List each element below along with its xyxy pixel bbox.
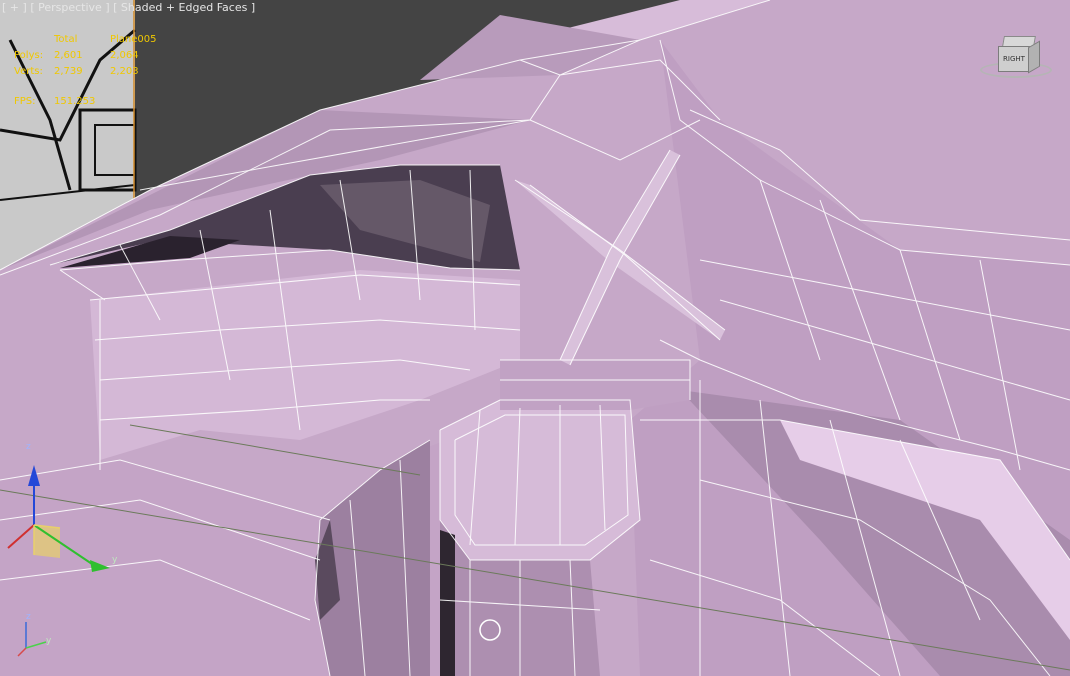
gizmo-y-label: y xyxy=(112,555,118,565)
stats-fps-label: FPS: xyxy=(14,96,36,107)
gizmo-z-label: z xyxy=(26,442,31,452)
stats-polys-label: Polys: xyxy=(14,50,44,61)
viewport-point-of-view-menu[interactable]: [ Perspective ] xyxy=(30,1,109,14)
stats-header-object: Plane005 xyxy=(110,34,157,45)
statistics-overlay: Total Plane005 Polys: 2,601 2,064 Verts:… xyxy=(14,32,214,110)
viewport-menu-plus[interactable]: [ + ] xyxy=(2,1,27,14)
tripod-z-label: z xyxy=(26,612,31,622)
stats-verts-label: Verts: xyxy=(14,66,43,77)
stats-verts-total: 2,739 xyxy=(54,66,83,77)
perspective-viewport[interactable]: [ + ] [ Perspective ] [ Shaded + Edged F… xyxy=(0,0,1070,676)
stats-verts-object: 2,203 xyxy=(110,66,139,77)
viewport-shading-menu[interactable]: [ Shaded + Edged Faces ] xyxy=(113,1,255,14)
stats-polys-total: 2,601 xyxy=(54,50,83,61)
stats-fps-value: 151.253 xyxy=(54,96,96,107)
stats-polys-object: 2,064 xyxy=(110,50,139,61)
viewcube[interactable]: RIGHT xyxy=(980,34,1054,84)
tripod-y-label: y xyxy=(46,636,52,646)
viewcube-right-face[interactable]: RIGHT xyxy=(998,46,1030,72)
stats-header-total: Total xyxy=(54,34,78,45)
viewport-label[interactable]: [ + ] [ Perspective ] [ Shaded + Edged F… xyxy=(2,1,255,14)
